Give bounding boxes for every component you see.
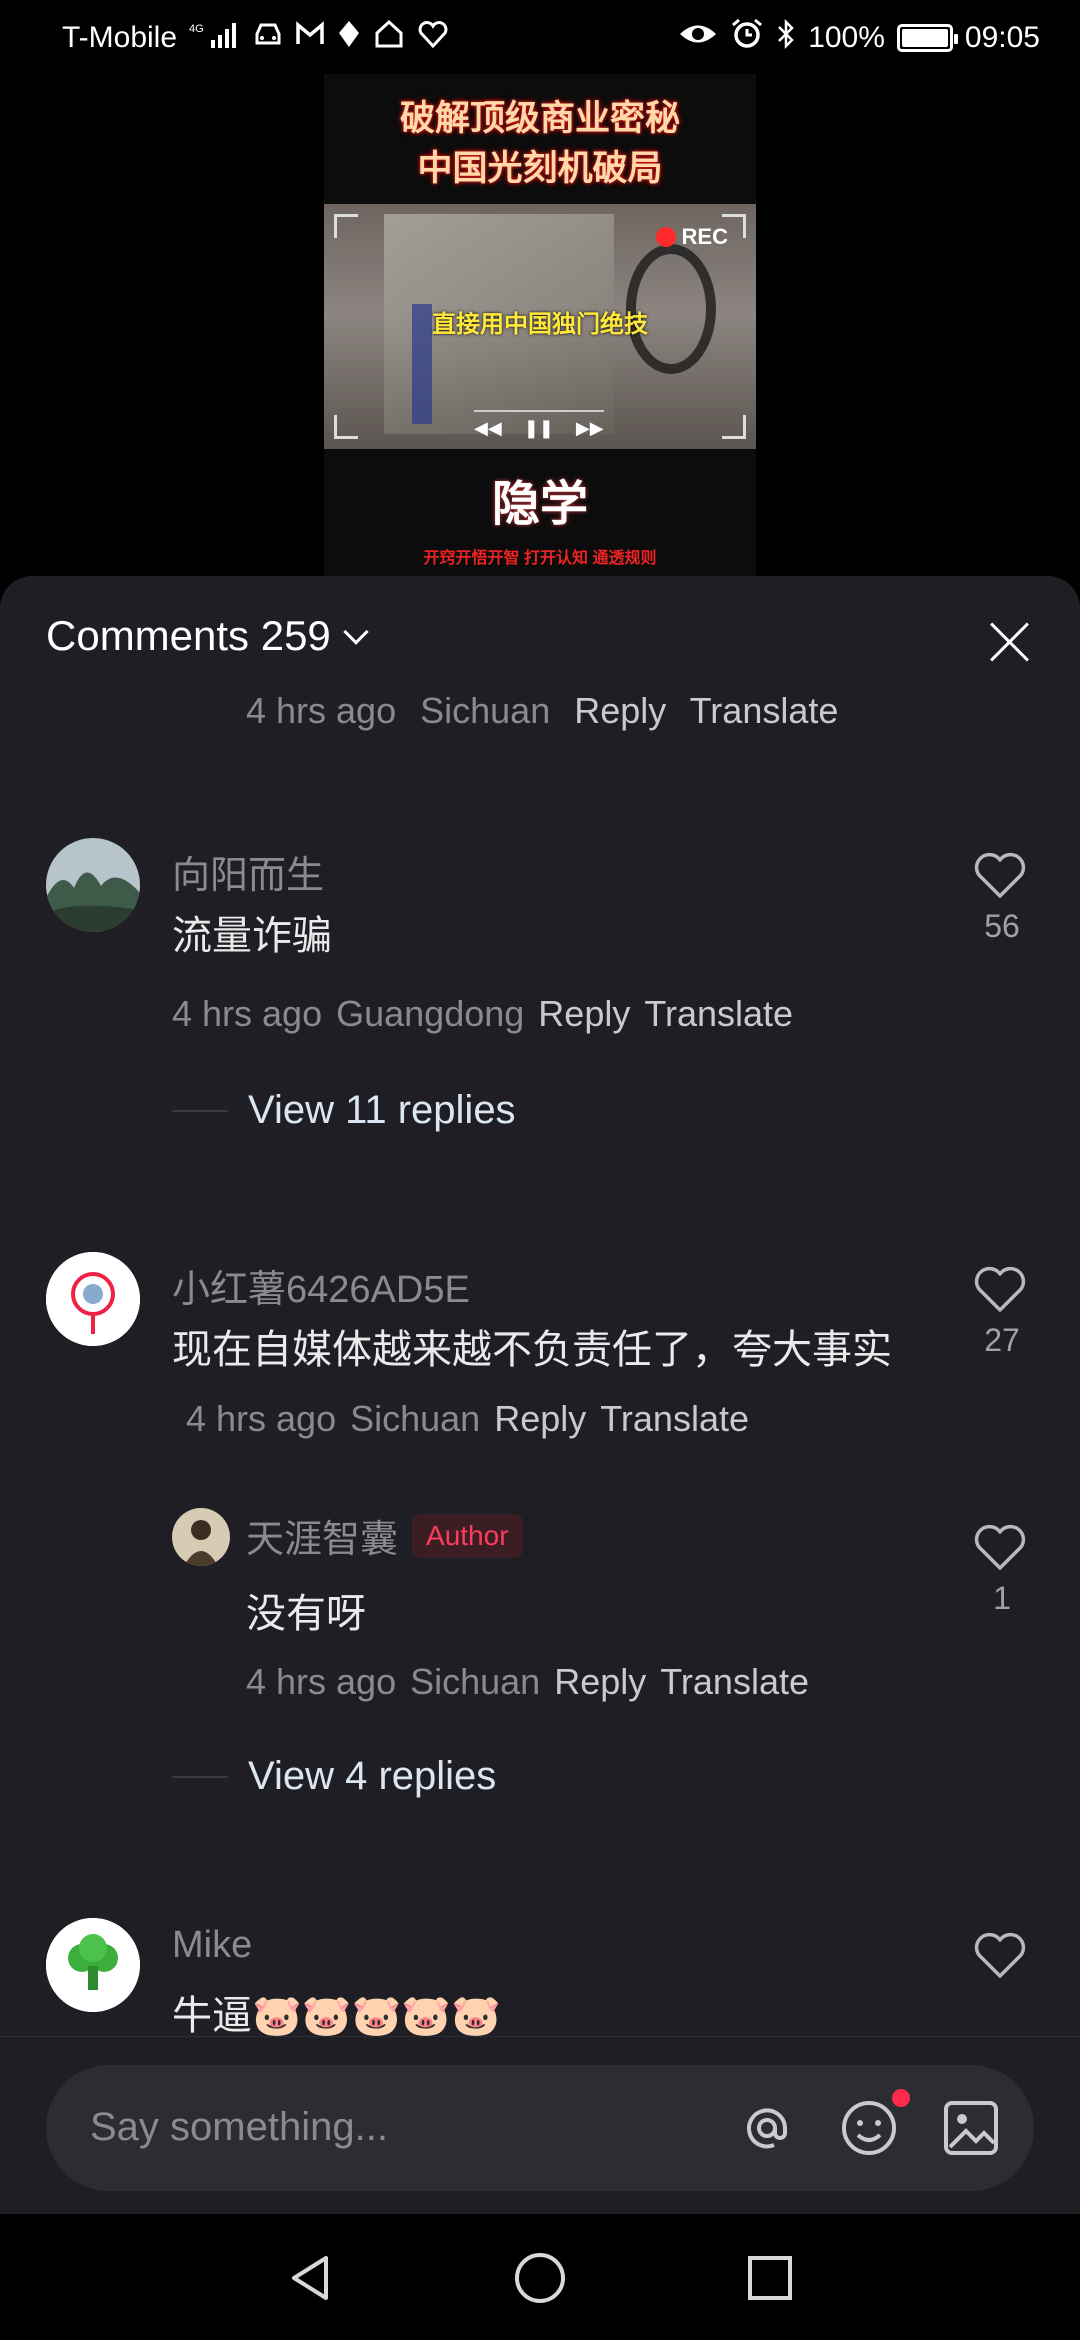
signal-icon: 4G bbox=[189, 20, 241, 57]
view-replies-button[interactable]: View 11 replies bbox=[172, 1088, 516, 1133]
comment-text: 现在自媒体越来越不负责任了，夸大事实 4 hrs ago Sichuan Reply… bbox=[172, 1328, 892, 1439]
recents-icon[interactable] bbox=[742, 2250, 798, 2306]
pause-icon: ❚❚ bbox=[523, 418, 554, 438]
heart-outline-icon bbox=[974, 1266, 1026, 1312]
player-controls: ◀◀ ❚❚ ▶▶ bbox=[474, 418, 604, 439]
mention-icon[interactable] bbox=[734, 2095, 800, 2161]
battery-percent: 100% bbox=[808, 21, 885, 54]
translate-link[interactable]: Translate bbox=[644, 993, 793, 1034]
like-button[interactable]: 1 bbox=[972, 1522, 1032, 1617]
comment-meta: 4 hrs ago Guangdong Reply Translate bbox=[172, 993, 794, 1034]
reply-link[interactable]: Reply bbox=[538, 993, 630, 1034]
reply-link[interactable]: Reply bbox=[574, 690, 666, 731]
comments-list[interactable]: 4 hrs ago Sichuan Reply Translate 向阳而生 流… bbox=[0, 676, 1080, 2136]
comments-sheet: Comments 259 4 hrs ago Sichuan Reply Tra… bbox=[0, 576, 1080, 2214]
like-button[interactable]: 56 bbox=[972, 850, 1032, 945]
reply-author[interactable]: 天涯智囊 Author bbox=[246, 1508, 523, 1563]
system-nav-bar bbox=[0, 2214, 1080, 2340]
status-left: T-Mobile 4G bbox=[62, 19, 449, 57]
status-right: 100% 09:05 bbox=[678, 18, 1040, 58]
svg-text:4G: 4G bbox=[189, 23, 204, 35]
comments-title[interactable]: Comments 259 bbox=[46, 612, 331, 660]
heart-outline-icon bbox=[974, 1932, 1026, 1978]
like-count: 27 bbox=[984, 1322, 1020, 1358]
input-placeholder: Say something... bbox=[90, 2105, 388, 2149]
seek-bar bbox=[474, 410, 604, 412]
like-count: 56 bbox=[984, 908, 1020, 944]
rec-dot-icon bbox=[655, 227, 676, 247]
translate-link[interactable]: Translate bbox=[600, 1398, 749, 1439]
forward-icon: ▶▶ bbox=[575, 418, 604, 438]
gmail-icon bbox=[295, 21, 325, 55]
notification-dot bbox=[892, 2089, 910, 2107]
status-bar: T-Mobile 4G 100% 09:05 bbox=[0, 0, 1080, 76]
comment-input-bar: Say something... bbox=[0, 2036, 1080, 2214]
video-title-line1: 破解顶级商业密秘 bbox=[399, 98, 680, 139]
video-title-line2: 中国光刻机破局 bbox=[417, 148, 663, 189]
reply-link[interactable]: Reply bbox=[554, 1661, 646, 1702]
comment-text: 流量诈骗 bbox=[172, 914, 332, 958]
home-nav-icon[interactable] bbox=[512, 2250, 568, 2306]
bluetooth-icon bbox=[776, 18, 796, 58]
back-icon[interactable] bbox=[282, 2250, 338, 2306]
translate-link[interactable]: Translate bbox=[660, 1661, 809, 1702]
like-button[interactable]: 27 bbox=[972, 1264, 1032, 1359]
like-count: 1 bbox=[993, 1580, 1011, 1616]
translate-link[interactable]: Translate bbox=[690, 690, 839, 731]
carrier-label: T-Mobile bbox=[62, 21, 178, 54]
video-frame: REC 直接用中国独门绝技 ◀◀ ❚❚ ▶▶ bbox=[324, 204, 756, 449]
view-replies-button[interactable]: View 4 replies bbox=[172, 1754, 496, 1799]
video-slogan: 开窍开悟开智 打开认知 通透规则 bbox=[423, 550, 657, 567]
heart-outline-icon bbox=[974, 852, 1026, 898]
like-button[interactable] bbox=[972, 1930, 1032, 1980]
video-caption: 直接用中国独门绝技 bbox=[432, 311, 648, 338]
comment-author[interactable]: 向阳而生 bbox=[172, 844, 324, 899]
partial-comment-meta: 4 hrs ago Sichuan Reply Translate bbox=[246, 690, 839, 731]
comment-author[interactable]: Mike bbox=[172, 1924, 252, 1967]
avatar[interactable] bbox=[46, 1252, 140, 1346]
avatar[interactable] bbox=[46, 1918, 140, 2012]
reply-text: 没有呀 bbox=[246, 1592, 366, 1636]
image-icon[interactable] bbox=[938, 2095, 1004, 2161]
alarm-icon bbox=[730, 18, 764, 58]
reply-avatar[interactable] bbox=[172, 1508, 230, 1566]
close-button[interactable] bbox=[988, 620, 1030, 662]
avatar[interactable] bbox=[46, 838, 140, 932]
chevron-down-icon[interactable] bbox=[343, 619, 369, 645]
comment-input[interactable]: Say something... bbox=[46, 2065, 1034, 2191]
video-title: 破解顶级商业密秘 中国光刻机破局 bbox=[324, 94, 756, 194]
eye-icon bbox=[678, 21, 718, 55]
heart-icon bbox=[417, 20, 449, 56]
video-thumbnail[interactable]: 破解顶级商业密秘 中国光刻机破局 REC 直接用中国独门绝技 ◀◀ ❚❚ ▶▶ … bbox=[324, 74, 756, 584]
comment-author[interactable]: 小红薯6426AD5E bbox=[172, 1258, 470, 1313]
clock: 09:05 bbox=[964, 21, 1040, 54]
rewind-icon: ◀◀ bbox=[474, 418, 502, 438]
reply-link[interactable]: Reply bbox=[494, 1398, 586, 1439]
heart-outline-icon bbox=[974, 1524, 1026, 1570]
video-logo: 隐学 bbox=[491, 476, 588, 532]
author-badge: Author bbox=[412, 1513, 523, 1558]
car-icon bbox=[253, 20, 283, 56]
reply-meta: 4 hrs ago Sichuan Reply Translate bbox=[246, 1661, 809, 1702]
location-icon bbox=[337, 19, 361, 57]
battery-icon bbox=[896, 24, 958, 52]
emoji-icon[interactable] bbox=[836, 2095, 902, 2161]
home-icon bbox=[373, 19, 405, 57]
rec-indicator: REC bbox=[655, 224, 728, 250]
